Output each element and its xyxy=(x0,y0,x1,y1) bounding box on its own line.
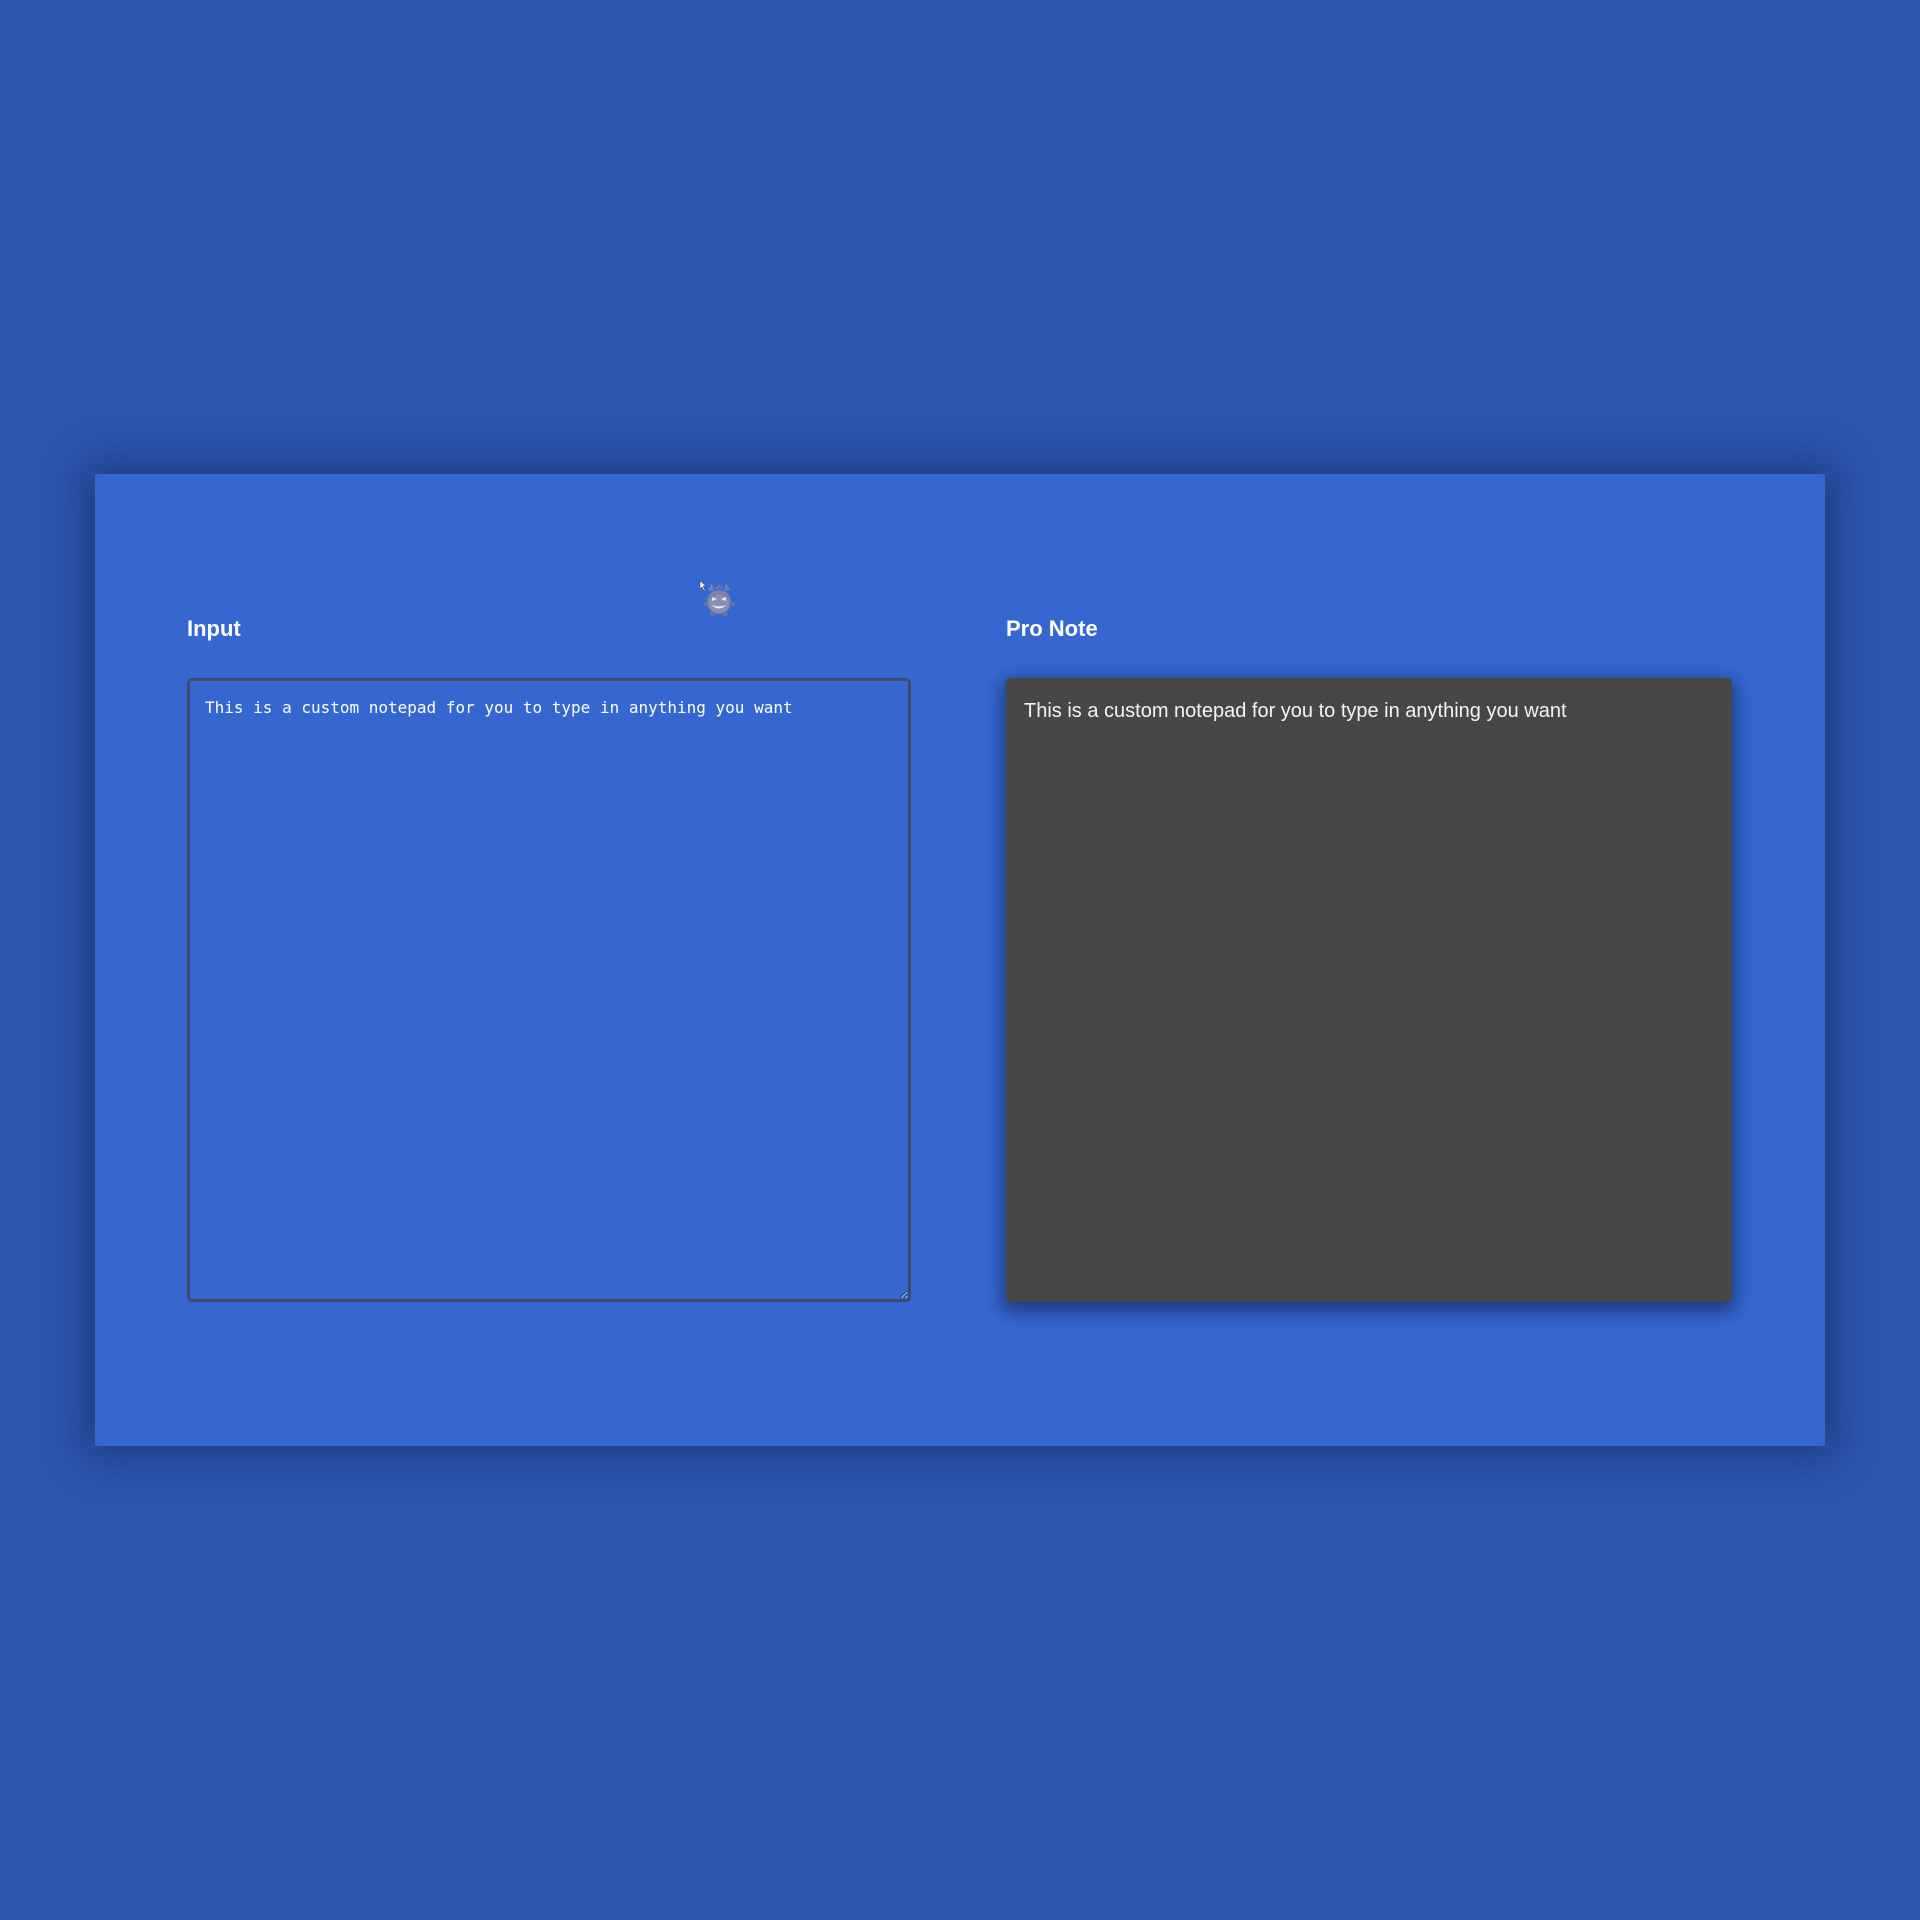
input-panel-title: Input xyxy=(187,616,241,641)
notepad-input[interactable]: This is a custom notepad for you to type… xyxy=(187,678,911,1302)
gengar-sprite-icon xyxy=(699,580,739,620)
pro-note-content: This is a custom notepad for you to type… xyxy=(1024,700,1567,722)
notepad-card: Input Pro Note This is a custom notepad … xyxy=(95,474,1825,1446)
pro-note-panel-title: Pro Note xyxy=(1006,616,1098,641)
pro-note-preview: This is a custom notepad for you to type… xyxy=(1006,678,1732,1302)
